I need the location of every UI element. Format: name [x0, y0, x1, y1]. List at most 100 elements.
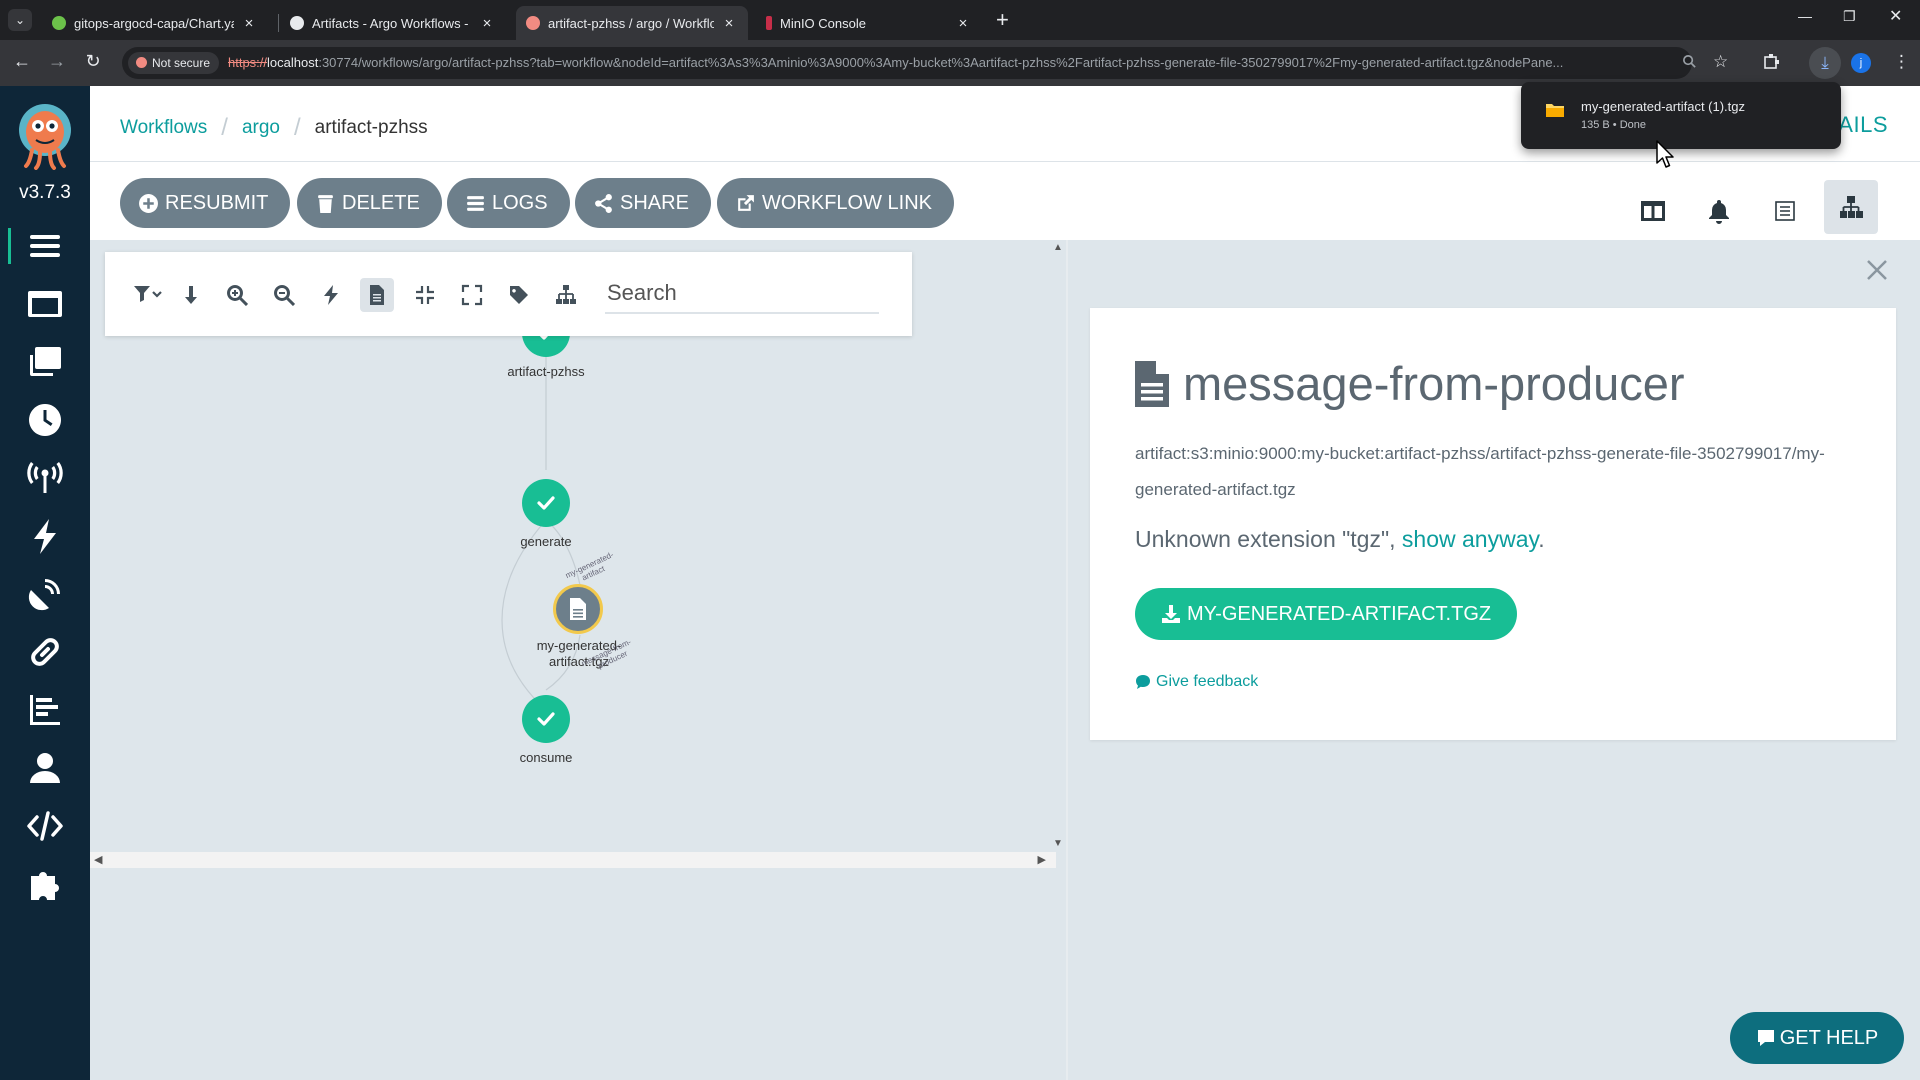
download-filename[interactable]: my-generated-artifact (1).tgz [1581, 99, 1745, 114]
show-anyway-link[interactable]: show anyway [1402, 526, 1538, 552]
tab-title: artifact-pzhss / argo / Workflow [548, 15, 714, 31]
downloads-icon[interactable]: ⤓ [1809, 47, 1841, 79]
delete-button[interactable]: DELETE [297, 178, 442, 228]
list-view-icon[interactable] [1758, 184, 1812, 238]
sidebar-item-plugins[interactable] [0, 854, 90, 914]
browser-tab-2[interactable]: Artifacts - Argo Workflows - The × [280, 6, 506, 40]
sidebar-item-event-flow[interactable] [0, 564, 90, 624]
address-bar[interactable]: Not secure https://localhost:30774/workf… [122, 47, 1696, 79]
delete-label: DELETE [342, 191, 420, 214]
split-view-icon[interactable] [1626, 184, 1680, 238]
download-artifact-button[interactable]: MY-GENERATED-ARTIFACT.TGZ [1135, 588, 1518, 640]
pane-divider[interactable] [1066, 240, 1068, 1080]
bell-icon[interactable] [1692, 184, 1746, 238]
horizontal-scrollbar[interactable]: ◀ ▶ [90, 852, 1056, 868]
puzzle-piece-icon [31, 872, 59, 900]
tab-search-button[interactable]: ⌄ [8, 9, 32, 31]
logs-button[interactable]: LOGS [447, 178, 570, 228]
message-text: Unknown extension "tgz", [1135, 526, 1402, 552]
tab-title: gitops-argocd-capa/Chart.yaml [74, 15, 234, 31]
scroll-down-arrow[interactable]: ▼ [1053, 838, 1063, 849]
close-tab-icon[interactable]: × [954, 15, 972, 32]
breadcrumb-namespace[interactable]: argo [242, 117, 280, 139]
share-label: SHARE [620, 191, 689, 214]
sidebar-item-event-sources[interactable] [0, 448, 90, 508]
code-icon [27, 811, 63, 841]
extensions-icon[interactable] [1763, 52, 1781, 75]
zoom-in-icon[interactable] [220, 278, 254, 312]
tag-icon[interactable] [502, 278, 536, 312]
new-tab-button[interactable]: + [996, 8, 1009, 32]
sidebar-item-cron-workflows[interactable] [0, 390, 90, 450]
zoom-out-icon[interactable] [267, 278, 301, 312]
sidebar-item-sensors[interactable] [0, 506, 90, 566]
graph-canvas[interactable]: artifact-pzhss generate my-generated- ar… [90, 240, 1056, 860]
artifacts-toggle-icon[interactable] [360, 278, 394, 312]
node-label-consume: consume [519, 750, 573, 765]
argo-favicon-icon [290, 16, 304, 30]
window-icon [28, 291, 62, 317]
close-tab-icon[interactable]: × [240, 15, 258, 32]
sidebar-item-cluster-workflow-templates[interactable] [0, 332, 90, 392]
browser-tab-3-active[interactable]: artifact-pzhss / argo / Workflow × [516, 6, 748, 40]
graph-toolbar [105, 252, 912, 336]
breadcrumb-current: artifact-pzhss [314, 117, 428, 138]
comment-icon [1136, 675, 1150, 689]
scroll-up-arrow[interactable]: ▲ [1053, 242, 1063, 253]
browser-tab-1[interactable]: gitops-argocd-capa/Chart.yaml × [42, 6, 268, 40]
graph-search-input[interactable] [605, 274, 879, 314]
node-generate-succeeded[interactable] [522, 479, 570, 527]
give-feedback-label: Give feedback [1156, 673, 1259, 690]
minimize-icon[interactable]: — [1798, 8, 1812, 24]
action-bar: RESUBMIT DELETE LOGS SHARE WORKFLOW LINK [90, 162, 1920, 240]
zoom-icon[interactable] [1682, 54, 1697, 73]
sidebar-item-reports[interactable] [0, 680, 90, 740]
close-tab-icon[interactable]: × [720, 15, 738, 32]
compress-icon[interactable] [408, 278, 442, 312]
window-close-icon[interactable]: ✕ [1889, 6, 1902, 26]
url-text[interactable]: https://localhost:30774/workflows/argo/a… [228, 55, 1658, 70]
close-panel-icon[interactable] [1863, 256, 1891, 284]
sidebar-item-workflows[interactable] [0, 216, 90, 276]
sidebar-item-user-info[interactable] [0, 738, 90, 798]
share-button[interactable]: SHARE [575, 178, 711, 228]
external-link-icon [735, 193, 756, 214]
download-bubble[interactable]: my-generated-artifact (1).tgz 135 B • Do… [1521, 82, 1841, 149]
back-icon[interactable]: ← [10, 51, 34, 72]
clone-icon [30, 347, 61, 376]
breadcrumb-separator: / [221, 114, 228, 141]
node-consume-succeeded[interactable] [522, 695, 570, 743]
artifact-title: message-from-producer [1135, 356, 1685, 411]
bolt-icon[interactable] [314, 278, 348, 312]
filter-dropdown-icon[interactable] [125, 278, 171, 312]
check-icon [537, 496, 555, 510]
give-feedback-link[interactable]: Give feedback [1135, 673, 1258, 691]
expand-icon[interactable] [455, 278, 489, 312]
scroll-right-arrow[interactable]: ▶ [1038, 853, 1046, 866]
browser-menu-icon[interactable]: ⋮ [1893, 52, 1910, 72]
get-help-button[interactable]: GET HELP [1730, 1012, 1904, 1064]
artifact-message: Unknown extension "tgz", show anyway. [1135, 526, 1545, 553]
reload-icon[interactable]: ↻ [81, 51, 105, 72]
restore-icon[interactable]: ❐ [1843, 8, 1856, 25]
sidebar-item-workflow-templates[interactable] [0, 274, 90, 334]
sidebar-item-links[interactable] [0, 622, 90, 682]
forward-icon[interactable]: → [45, 51, 69, 72]
workflow-link-button[interactable]: WORKFLOW LINK [717, 178, 955, 228]
profile-avatar[interactable]: j [1851, 53, 1871, 73]
resubmit-button[interactable]: RESUBMIT [120, 178, 291, 228]
not-secure-badge[interactable]: Not secure [128, 52, 220, 74]
broadcast-tower-icon [27, 462, 63, 493]
sitemap-icon[interactable] [549, 278, 583, 312]
graph-view-icon[interactable] [1824, 180, 1878, 234]
clock-icon [29, 404, 62, 436]
sidebar-item-api-docs[interactable] [0, 796, 90, 856]
scroll-left-arrow[interactable]: ◀ [94, 853, 102, 866]
node-artifact-selected[interactable] [553, 584, 603, 634]
browser-tab-4[interactable]: MinIO Console × [756, 6, 982, 40]
breadcrumb-workflows[interactable]: Workflows [120, 117, 207, 139]
close-tab-icon[interactable]: × [478, 15, 496, 32]
details-link[interactable]: AILS [1838, 112, 1888, 138]
arrow-down-icon[interactable] [174, 278, 208, 312]
bookmark-star-icon[interactable]: ☆ [1713, 52, 1728, 72]
